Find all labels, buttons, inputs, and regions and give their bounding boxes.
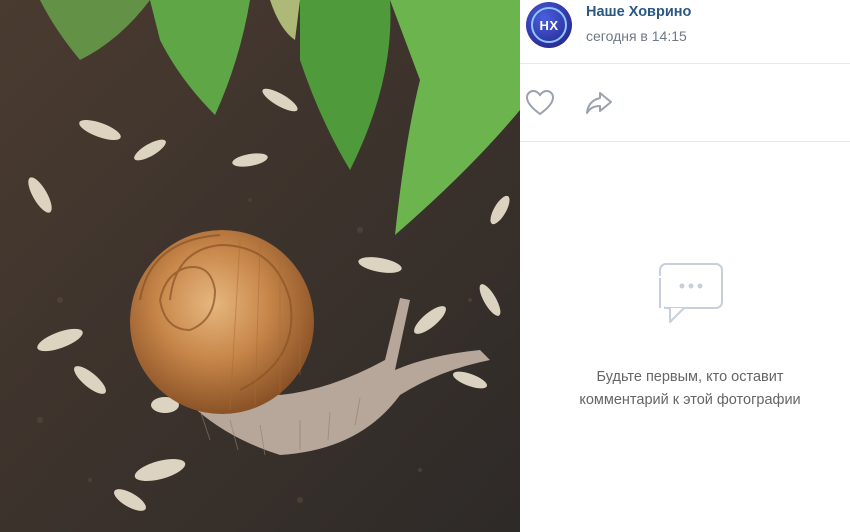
avatar-logo: НХ: [531, 7, 567, 43]
post-header: НХ Наше Ховрино сегодня в 14:15: [520, 0, 850, 64]
snail-photo: [0, 0, 520, 532]
heart-icon: [525, 89, 555, 116]
comments-bubble-icon: [654, 260, 728, 339]
empty-message-line-2: комментарий к этой фотографии: [579, 392, 801, 408]
comments-empty-state: Будьте первым, кто оставит комментарий к…: [520, 142, 850, 532]
share-button[interactable]: [584, 88, 614, 118]
post-timestamp[interactable]: сегодня в 14:15: [586, 28, 687, 44]
empty-message-line-1: Будьте первым, кто оставит: [596, 369, 784, 385]
post-actions: [520, 64, 850, 142]
share-arrow-icon: [586, 92, 612, 114]
empty-comments-message: Будьте первым, кто оставит комментарий к…: [520, 366, 850, 412]
post-sidebar: НХ Наше Ховрино сегодня в 14:15 Будьте п…: [520, 0, 850, 532]
photo-viewer[interactable]: [0, 0, 520, 532]
like-button[interactable]: [525, 88, 555, 118]
group-name-link[interactable]: Наше Ховрино: [586, 4, 691, 20]
avatar[interactable]: НХ: [526, 2, 572, 48]
